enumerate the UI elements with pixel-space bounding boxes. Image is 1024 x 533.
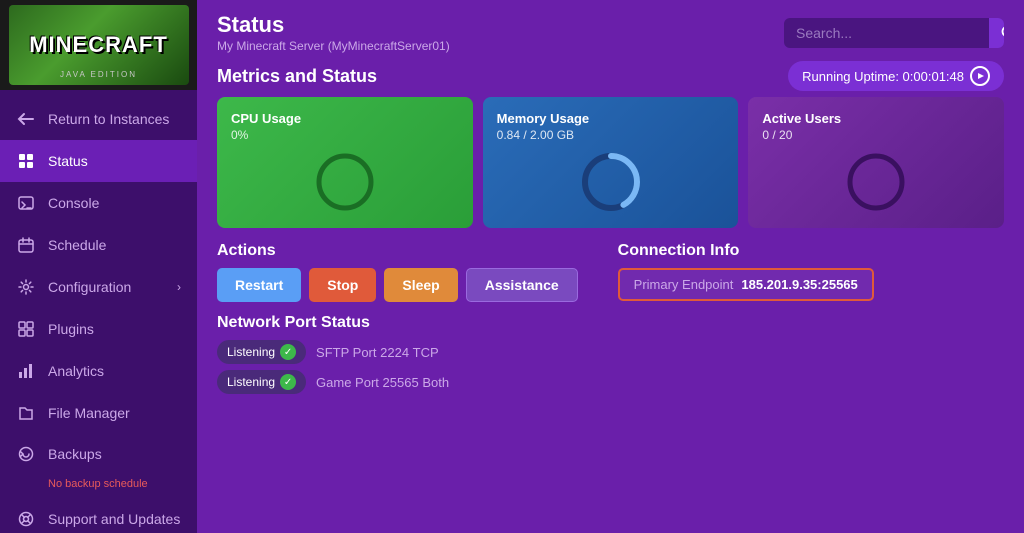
restart-button[interactable]: Restart bbox=[217, 268, 301, 302]
stop-button[interactable]: Stop bbox=[309, 268, 376, 302]
sidebar-item-label: Status bbox=[48, 153, 88, 169]
sidebar: MINECRAFT JAVA EDITION Return to Instanc… bbox=[0, 0, 197, 533]
sidebar-item-label: Console bbox=[48, 195, 99, 211]
users-value: 0 / 20 bbox=[762, 128, 792, 142]
cpu-label: CPU Usage bbox=[231, 111, 301, 126]
search-bar bbox=[784, 18, 1004, 48]
cpu-usage-card: CPU Usage 0% bbox=[217, 97, 473, 228]
backups-icon bbox=[16, 444, 36, 464]
sidebar-item-label: Support and Updates bbox=[48, 511, 180, 527]
minecraft-logo-sub: JAVA EDITION bbox=[60, 70, 137, 79]
network-title: Network Port Status bbox=[217, 314, 1004, 332]
backups-label: Backups bbox=[48, 446, 102, 462]
sidebar-item-support-updates[interactable]: Support and Updates bbox=[0, 498, 197, 533]
search-input[interactable] bbox=[784, 18, 989, 48]
page-title: Status bbox=[217, 12, 450, 38]
endpoint-box: Primary Endpoint 185.201.9.35:25565 bbox=[618, 268, 874, 301]
uptime-play-icon bbox=[970, 66, 990, 86]
metrics-section-title: Metrics and Status bbox=[217, 66, 377, 87]
listening-badge-sftp: Listening ✓ bbox=[217, 340, 306, 364]
listening-label-sftp: Listening bbox=[227, 345, 275, 359]
sidebar-item-configuration[interactable]: Configuration › bbox=[0, 266, 197, 308]
memory-label: Memory Usage bbox=[497, 111, 589, 126]
assistance-button[interactable]: Assistance bbox=[466, 268, 578, 302]
game-port-info: Game Port 25565 Both bbox=[316, 375, 449, 390]
backup-sub-label: No backup schedule bbox=[48, 478, 148, 490]
cpu-value: 0% bbox=[231, 128, 248, 142]
sleep-button[interactable]: Sleep bbox=[384, 268, 457, 302]
sftp-port-info: SFTP Port 2224 TCP bbox=[316, 345, 439, 360]
metrics-header-row: Metrics and Status Running Uptime: 0:00:… bbox=[197, 61, 1024, 97]
minecraft-logo-text: MINECRAFT bbox=[29, 32, 168, 58]
sidebar-item-file-manager[interactable]: File Manager bbox=[0, 392, 197, 434]
port-row-game: Listening ✓ Game Port 25565 Both bbox=[217, 370, 1004, 394]
backups-nav-row: Backups bbox=[16, 444, 181, 464]
metrics-cards: CPU Usage 0% Memory Usage 0.84 / 2.00 GB bbox=[197, 97, 1024, 238]
users-label: Active Users bbox=[762, 111, 841, 126]
check-icon-sftp: ✓ bbox=[280, 344, 296, 360]
actions-connection-row: Actions Restart Stop Sleep Assistance Co… bbox=[197, 238, 1024, 310]
main-content: Status My Minecraft Server (MyMinecraftS… bbox=[197, 0, 1024, 533]
minecraft-logo: MINECRAFT JAVA EDITION bbox=[9, 5, 189, 85]
plugins-icon bbox=[16, 319, 36, 339]
check-icon-game: ✓ bbox=[280, 374, 296, 390]
cpu-circle-wrap bbox=[231, 150, 459, 214]
sidebar-item-label: Schedule bbox=[48, 237, 106, 253]
file-manager-icon bbox=[16, 403, 36, 423]
endpoint-value: 185.201.9.35:25565 bbox=[741, 277, 857, 292]
users-circle-wrap bbox=[762, 150, 990, 214]
uptime-text: Running Uptime: 0:00:01:48 bbox=[802, 69, 964, 84]
connection-section: Connection Info Primary Endpoint 185.201… bbox=[618, 242, 874, 301]
page-subtitle: My Minecraft Server (MyMinecraftServer01… bbox=[217, 39, 450, 53]
configuration-icon bbox=[16, 277, 36, 297]
network-port-section: Network Port Status Listening ✓ SFTP Por… bbox=[197, 310, 1024, 408]
sidebar-item-label: Plugins bbox=[48, 321, 94, 337]
sidebar-item-analytics[interactable]: Analytics bbox=[0, 350, 197, 392]
sidebar-item-label: File Manager bbox=[48, 405, 130, 421]
active-users-card: Active Users 0 / 20 bbox=[748, 97, 1004, 228]
schedule-icon bbox=[16, 235, 36, 255]
sidebar-item-status[interactable]: Status bbox=[0, 140, 197, 182]
sidebar-item-label: Return to Instances bbox=[48, 111, 169, 127]
memory-value: 0.84 / 2.00 GB bbox=[497, 128, 574, 142]
search-button[interactable] bbox=[989, 18, 1004, 48]
sidebar-item-label: Analytics bbox=[48, 363, 104, 379]
listening-badge-game: Listening ✓ bbox=[217, 370, 306, 394]
chevron-right-icon: › bbox=[177, 280, 181, 294]
sidebar-item-label: Configuration bbox=[48, 279, 131, 295]
header-title-group: Status My Minecraft Server (MyMinecraftS… bbox=[217, 12, 450, 53]
connection-title: Connection Info bbox=[618, 242, 874, 260]
actions-buttons: Restart Stop Sleep Assistance bbox=[217, 268, 578, 302]
actions-section: Actions Restart Stop Sleep Assistance bbox=[217, 242, 578, 302]
page-header: Status My Minecraft Server (MyMinecraftS… bbox=[197, 0, 1024, 61]
sidebar-navigation: Return to Instances Status bbox=[0, 90, 197, 533]
listening-label-game: Listening bbox=[227, 375, 275, 389]
port-row-sftp: Listening ✓ SFTP Port 2224 TCP bbox=[217, 340, 1004, 364]
uptime-badge: Running Uptime: 0:00:01:48 bbox=[788, 61, 1004, 91]
sidebar-item-return-to-instances[interactable]: Return to Instances bbox=[0, 98, 197, 140]
sidebar-item-backups[interactable]: Backups No backup schedule bbox=[0, 434, 197, 498]
sidebar-item-plugins[interactable]: Plugins bbox=[0, 308, 197, 350]
return-icon bbox=[16, 109, 36, 129]
sidebar-logo: MINECRAFT JAVA EDITION bbox=[0, 0, 197, 90]
endpoint-label: Primary Endpoint bbox=[634, 277, 734, 292]
memory-circle-wrap bbox=[497, 150, 725, 214]
actions-title: Actions bbox=[217, 242, 578, 260]
sidebar-item-schedule[interactable]: Schedule bbox=[0, 224, 197, 266]
status-icon bbox=[16, 151, 36, 171]
sidebar-item-console[interactable]: Console bbox=[0, 182, 197, 224]
support-icon bbox=[16, 509, 36, 529]
memory-usage-card: Memory Usage 0.84 / 2.00 GB bbox=[483, 97, 739, 228]
analytics-icon bbox=[16, 361, 36, 381]
console-icon bbox=[16, 193, 36, 213]
